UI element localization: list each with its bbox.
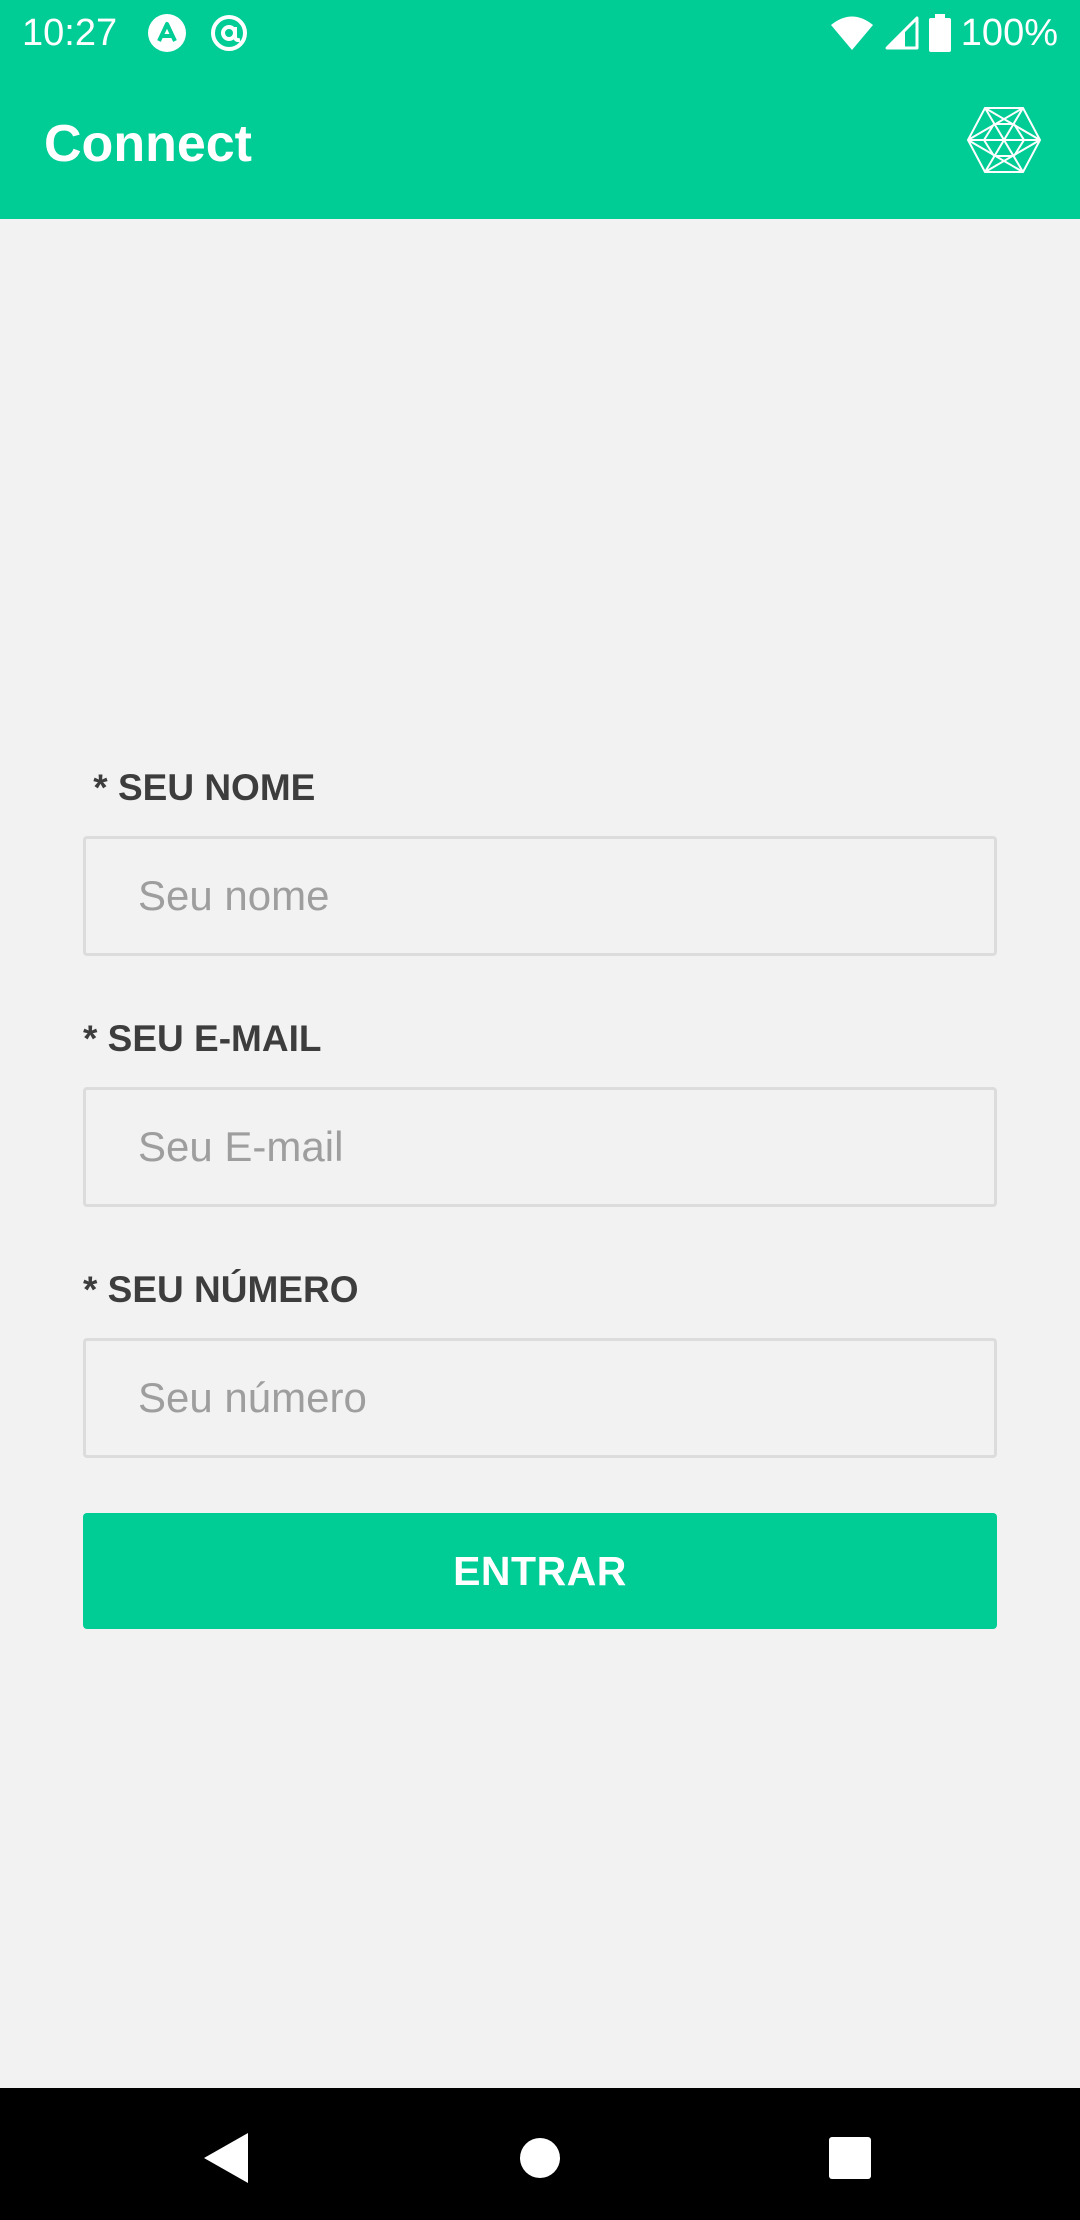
home-icon [520,2138,560,2178]
status-bar: 10:27 100% [0,0,1080,66]
status-time: 10:27 [22,12,118,54]
name-input[interactable] [83,836,997,956]
home-button[interactable] [500,2118,580,2198]
navigation-bar [0,2088,1080,2220]
back-icon [204,2133,248,2183]
battery-icon [928,14,951,52]
app-title: Connect [44,115,252,173]
battery-percentage: 100% [960,12,1058,54]
hexagon-mesh-logo-icon[interactable] [966,106,1042,174]
email-label: * SEU E-MAIL [83,1018,322,1059]
signal-icon [885,16,919,50]
recents-icon [829,2137,871,2179]
app-bar: Connect [0,66,1080,219]
name-label: * SEU NOME [83,767,316,808]
email-input[interactable] [83,1087,997,1207]
enter-button[interactable]: ENTRAR [83,1513,997,1629]
status-right-cluster: 100% [830,12,1058,54]
recents-button[interactable] [810,2118,890,2198]
back-button[interactable] [186,2118,266,2198]
number-input[interactable] [83,1338,997,1458]
number-label: * SEU NÚMERO [83,1269,359,1310]
wifi-icon [830,16,873,50]
notification-at-icon [211,15,247,51]
notification-a-icon [148,14,186,52]
